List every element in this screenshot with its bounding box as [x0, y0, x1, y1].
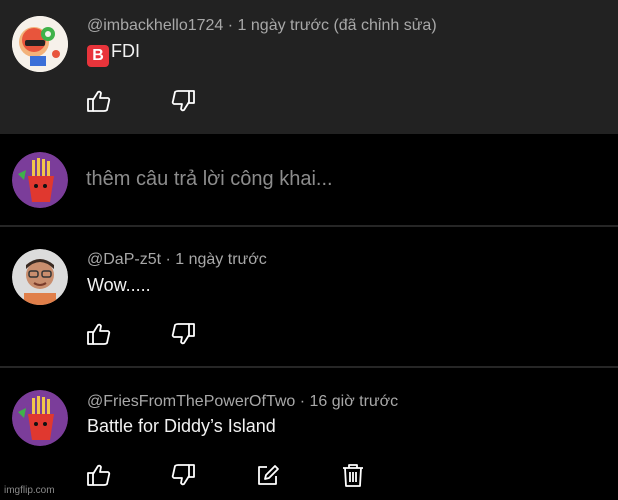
reply-input[interactable]: thêm câu trả lời công khai...	[86, 168, 333, 191]
avatar[interactable]	[12, 249, 68, 305]
thumbs-up-icon[interactable]	[86, 321, 112, 347]
thumbs-down-icon[interactable]	[170, 88, 196, 114]
comment-author[interactable]: @DaP-z5t	[87, 251, 161, 268]
thumbs-up-icon[interactable]	[86, 88, 112, 114]
divider	[0, 225, 618, 227]
comment-author[interactable]: @FriesFromThePowerOfTwo	[87, 393, 295, 410]
comment-meta: @FriesFromThePowerOfTwo · 16 giờ trước	[87, 393, 399, 410]
edit-icon[interactable]	[255, 462, 281, 488]
comment-meta: @DaP-z5t · 1 ngày trước	[87, 251, 267, 268]
thumbs-up-icon[interactable]	[86, 462, 112, 488]
avatar[interactable]	[12, 390, 68, 446]
comment-text: B FDI	[87, 41, 140, 67]
highlighted-comment: @imbackhello1724 · 1 ngày trước (đã chỉn…	[0, 0, 618, 134]
trash-icon[interactable]	[340, 462, 366, 488]
thumbs-down-icon[interactable]	[170, 462, 196, 488]
comment-author[interactable]: @imbackhello1724	[87, 17, 223, 34]
comment-text: Wow.....	[87, 275, 151, 295]
thumbs-down-icon[interactable]	[170, 321, 196, 347]
comment-timestamp: 16 giờ trước	[309, 393, 399, 410]
avatar[interactable]	[12, 16, 68, 72]
comment-timestamp: 1 ngày trước (đã chỉnh sửa)	[237, 17, 437, 34]
watermark: imgflip.com	[4, 485, 55, 496]
avatar	[12, 152, 68, 208]
comment-meta: @imbackhello1724 · 1 ngày trước (đã chỉn…	[87, 17, 437, 34]
comment-thread: @imbackhello1724 · 1 ngày trước (đã chỉn…	[0, 0, 618, 500]
comment-timestamp: 1 ngày trước	[175, 251, 267, 268]
comment-text: Battle for Diddy’s Island	[87, 416, 276, 436]
divider	[0, 366, 618, 368]
b-emoji-badge: B	[87, 45, 109, 67]
